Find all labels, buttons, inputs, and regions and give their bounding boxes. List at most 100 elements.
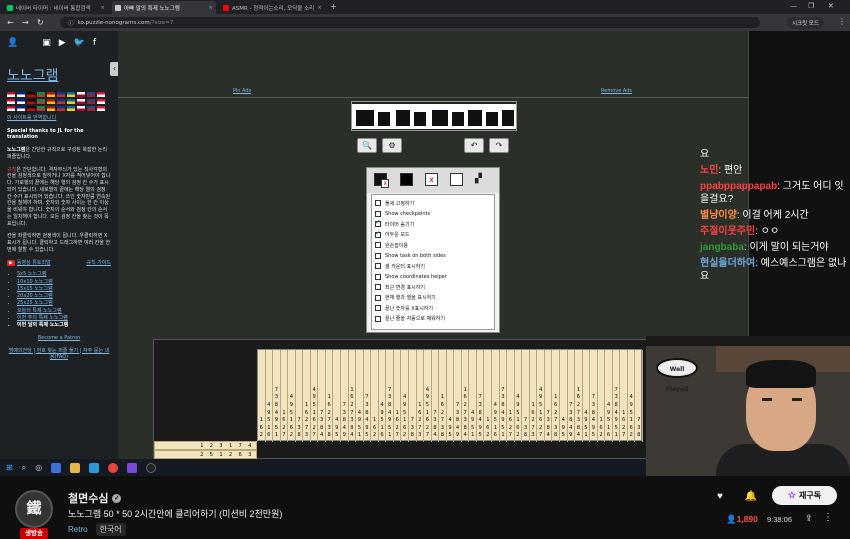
option-row[interactable]: 어두운 모드 <box>375 229 491 241</box>
option-row[interactable]: Show coordinates helper <box>375 272 491 283</box>
tab-asmr[interactable]: ASMR - 정적이는소리, 모닥불 소리 × <box>220 1 324 14</box>
option-row[interactable]: 끝난 숫자를 X표시하기 <box>375 303 491 314</box>
checkbox[interactable] <box>375 200 381 207</box>
footer-links[interactable]: 명예의전당 | 번호 찾는 퍼즐 풀기 | 자주 묻는 내용(FAQ) <box>7 348 111 362</box>
pin-ads-link[interactable]: Pin Ads <box>233 88 251 94</box>
remove-ads-link[interactable]: Remove Ads <box>601 88 632 94</box>
url-field[interactable]: ⓘ ko.puzzle-nonograms.com/?size=7 <box>60 17 760 28</box>
maximize-icon[interactable]: ❐ <box>808 2 814 10</box>
facebook-icon[interactable]: f <box>93 37 96 49</box>
puzzle-board[interactable]: 1624951673849511627495162738162734951627… <box>153 339 683 459</box>
flag-icon[interactable] <box>57 91 65 97</box>
size-link[interactable]: 10x10 노노그램 <box>17 279 111 286</box>
option-row[interactable]: 끝난 줄을 자동으로 채워하기 <box>375 314 491 325</box>
tab-nonogram[interactable]: 아빠 말의 특제 노노그램 × <box>112 1 216 14</box>
flag-icon[interactable] <box>17 91 25 97</box>
settings-button[interactable]: ⚙ <box>382 138 402 153</box>
flag-icon[interactable] <box>7 91 15 97</box>
checkbox[interactable] <box>375 305 381 312</box>
checkbox[interactable] <box>375 294 381 301</box>
windows-start-icon[interactable]: ⊞ <box>6 463 13 472</box>
mode-black-x-swatch[interactable]: x <box>374 173 389 188</box>
option-row[interactable]: Show task on both sides <box>375 251 491 262</box>
flag-icon[interactable] <box>27 98 35 104</box>
mode-white-swatch[interactable] <box>450 173 463 186</box>
flag-icon[interactable] <box>67 91 75 97</box>
mode-x-swatch[interactable]: x <box>425 173 438 186</box>
subscribe-button[interactable]: ☆ 재구독 <box>772 486 837 505</box>
more-options-icon[interactable]: ⋮ <box>823 512 833 523</box>
mode-black-swatch[interactable] <box>400 173 413 186</box>
size-link-current[interactable]: 이번 달의 특제 노노그램 <box>17 322 111 329</box>
flag-icon[interactable] <box>7 98 15 104</box>
flag-icon[interactable] <box>17 98 25 104</box>
size-link[interactable]: 20x20 노노그램 <box>17 293 111 300</box>
close-icon[interactable]: × <box>317 5 322 11</box>
app-icon[interactable] <box>89 462 100 473</box>
folder-icon[interactable] <box>70 462 81 473</box>
chrome-icon[interactable] <box>108 462 119 473</box>
flag-icon[interactable] <box>37 98 45 104</box>
checkbox[interactable] <box>375 273 381 280</box>
flag-icon[interactable] <box>97 91 105 97</box>
flag-icon[interactable] <box>57 98 65 104</box>
flag-icon[interactable] <box>97 105 105 111</box>
checkbox[interactable] <box>375 263 381 270</box>
flag-icon[interactable] <box>67 98 75 104</box>
checkbox-checked[interactable] <box>375 229 381 238</box>
option-row[interactable]: 타이머 숨기기 <box>375 218 491 230</box>
avatar[interactable]: 鐵 <box>15 490 53 528</box>
language-tag[interactable]: 한국어 <box>95 523 126 536</box>
twitter-icon[interactable]: 🐦 <box>74 37 85 49</box>
reload-icon[interactable]: ↻ <box>37 18 44 27</box>
flag-icon[interactable] <box>17 105 25 111</box>
option-row[interactable]: 셀 카운터 표시하기 <box>375 261 491 272</box>
flag-icon[interactable] <box>57 105 65 111</box>
task-view-icon[interactable]: ◎ <box>35 463 42 472</box>
mode-pattern-icon[interactable]: ▞ <box>475 173 488 186</box>
app-icon[interactable] <box>127 462 138 473</box>
category-link[interactable]: Retro <box>68 525 88 534</box>
size-link[interactable]: 이번 주의 특제 노노그램 <box>17 315 111 322</box>
rules-guide-link[interactable]: 규칙 가이드 <box>86 260 111 267</box>
undo-button[interactable]: ↶ <box>464 138 484 153</box>
back-icon[interactable]: ← <box>7 18 14 27</box>
flag-icon[interactable] <box>37 91 45 97</box>
close-icon[interactable]: × <box>208 5 213 11</box>
flag-icon[interactable] <box>47 98 55 104</box>
checkbox-checked[interactable] <box>375 218 381 228</box>
option-row[interactable]: 풀세 고정하기 <box>375 198 491 209</box>
user-icon[interactable]: 👤 <box>7 37 18 49</box>
flag-icon[interactable] <box>87 91 95 97</box>
browser-menu-icon[interactable]: ⋮ <box>838 17 846 26</box>
flag-icon[interactable] <box>47 91 55 97</box>
flag-icon[interactable] <box>77 91 85 97</box>
size-link[interactable]: 오늘의 특제 노노그램 <box>17 308 111 315</box>
size-link[interactable]: 15x15 노노그램 <box>17 286 111 293</box>
size-link[interactable]: 5x5 노노그램 <box>17 271 111 278</box>
close-window-icon[interactable]: ✕ <box>828 2 834 10</box>
flag-icon[interactable] <box>37 105 45 111</box>
flag-icon[interactable] <box>7 105 15 111</box>
size-link[interactable]: 25x25 노노그램 <box>17 300 111 307</box>
zoom-button[interactable]: 🔍 <box>357 138 377 153</box>
tutorial-link[interactable]: 동영상 튜토리얼 <box>17 260 51 266</box>
minimize-icon[interactable]: — <box>790 2 797 10</box>
forward-icon[interactable]: → <box>22 18 29 27</box>
obs-icon[interactable] <box>146 462 157 473</box>
redo-button[interactable]: ↷ <box>489 138 509 153</box>
search-icon[interactable]: ⌕ <box>22 463 26 473</box>
share-icon[interactable]: ⇪ <box>805 513 813 524</box>
app-icon[interactable] <box>51 462 62 473</box>
close-icon[interactable]: × <box>100 5 105 11</box>
flag-icon[interactable] <box>97 98 105 104</box>
checkbox[interactable] <box>375 284 381 291</box>
flag-icon[interactable] <box>67 105 75 111</box>
flag-icon[interactable] <box>27 105 35 111</box>
site-title[interactable]: 노노그램 <box>7 67 111 86</box>
translate-link[interactable]: 이 사이트를 번역합니다 <box>7 115 111 122</box>
checkbox[interactable] <box>375 315 381 322</box>
flag-icon[interactable] <box>87 105 95 111</box>
option-row[interactable]: Show checkpoints <box>375 209 491 220</box>
option-row[interactable]: 현재 행과 열을 표시하기 <box>375 293 491 304</box>
